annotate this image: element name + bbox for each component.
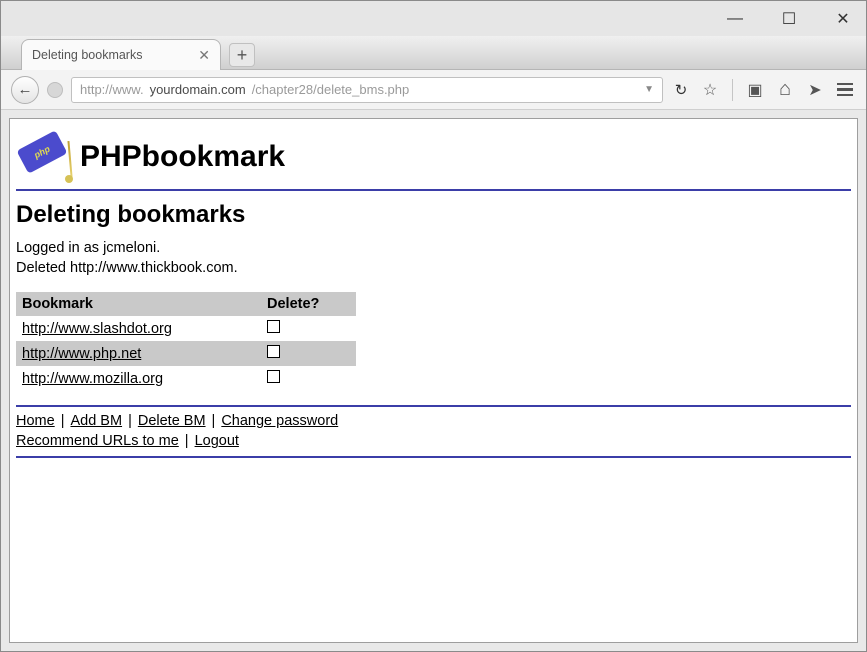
bookmark-link[interactable]: http://www.slashdot.org bbox=[22, 321, 172, 337]
logo-tag: php bbox=[16, 130, 67, 174]
content-wrap: php PHPbookmark Deleting bookmarks Logge… bbox=[1, 110, 866, 651]
window-maximize-button[interactable]: ☐ bbox=[772, 5, 806, 33]
address-bar: ← http://www. yourdomain.com/chapter28/de… bbox=[1, 70, 866, 110]
nav-add-bm[interactable]: Add BM bbox=[70, 413, 122, 429]
nav-sep: | bbox=[122, 413, 138, 429]
menu-button[interactable] bbox=[834, 79, 856, 101]
delete-checkbox[interactable] bbox=[267, 345, 280, 358]
col-header-bookmark: Bookmark bbox=[16, 292, 261, 316]
logo-string bbox=[64, 141, 74, 181]
bookmark-link[interactable]: http://www.php.net bbox=[22, 346, 141, 362]
logged-in-text: Logged in as jcmeloni. bbox=[16, 239, 851, 259]
site-header: php PHPbookmark bbox=[18, 131, 851, 183]
nav-logout[interactable]: Logout bbox=[195, 433, 239, 449]
window-minimize-button[interactable]: — bbox=[718, 5, 752, 33]
status-block: Logged in as jcmeloni. Deleted http://ww… bbox=[16, 239, 851, 278]
url-path: /chapter28/delete_bms.php bbox=[252, 82, 410, 97]
bookmark-star-icon[interactable]: ☆ bbox=[699, 79, 721, 101]
bookmark-link[interactable]: http://www.mozilla.org bbox=[22, 371, 163, 387]
bookmark-table: Bookmark Delete? http://www.slashdot.org… bbox=[16, 292, 356, 391]
table-row: http://www.slashdot.org bbox=[16, 316, 356, 341]
url-domain: yourdomain.com bbox=[150, 82, 246, 97]
tab-title: Deleting bookmarks bbox=[32, 48, 142, 62]
url-prefix: http://www. bbox=[80, 82, 144, 97]
browser-tab[interactable]: Deleting bookmarks ✕ bbox=[21, 39, 221, 70]
table-row: http://www.php.net bbox=[16, 341, 356, 366]
header-rule bbox=[16, 189, 851, 191]
page-title: Deleting bookmarks bbox=[16, 201, 851, 229]
nav-sep: | bbox=[55, 413, 71, 429]
tab-strip: Deleting bookmarks ✕ + bbox=[1, 36, 866, 70]
footer-rule-top bbox=[16, 405, 851, 407]
nav-sep: | bbox=[206, 413, 222, 429]
nav-recommend[interactable]: Recommend URLs to me bbox=[16, 433, 179, 449]
table-row: http://www.mozilla.org bbox=[16, 366, 356, 391]
reading-list-icon[interactable]: ▣ bbox=[744, 79, 766, 101]
delete-checkbox[interactable] bbox=[267, 320, 280, 333]
url-dropdown-icon[interactable]: ▼ bbox=[644, 84, 654, 95]
back-button[interactable]: ← bbox=[11, 76, 39, 104]
window-close-button[interactable]: ✕ bbox=[826, 5, 860, 33]
browser-window: — ☐ ✕ Deleting bookmarks ✕ + ← http://ww… bbox=[0, 0, 867, 652]
url-input[interactable]: http://www. yourdomain.com/chapter28/dele… bbox=[71, 77, 663, 103]
col-header-delete: Delete? bbox=[261, 292, 356, 316]
table-header-row: Bookmark Delete? bbox=[16, 292, 356, 316]
tab-close-icon[interactable]: ✕ bbox=[198, 47, 210, 64]
site-identity-icon[interactable] bbox=[47, 82, 63, 98]
logo-text: PHPbookmark bbox=[80, 140, 285, 174]
window-titlebar: — ☐ ✕ bbox=[1, 1, 866, 36]
home-icon[interactable]: ⌂ bbox=[774, 79, 796, 101]
logo-icon: php bbox=[18, 131, 74, 183]
nav-home[interactable]: Home bbox=[16, 413, 55, 429]
delete-checkbox[interactable] bbox=[267, 370, 280, 383]
hamburger-icon bbox=[837, 83, 853, 97]
nav-change-pw[interactable]: Change password bbox=[221, 413, 338, 429]
new-tab-button[interactable]: + bbox=[229, 43, 255, 67]
deleted-text: Deleted http://www.thickbook.com. bbox=[16, 259, 851, 279]
footer-rule-bottom bbox=[16, 456, 851, 458]
send-icon[interactable]: ➤ bbox=[804, 79, 826, 101]
reload-button[interactable]: ↻ bbox=[671, 80, 691, 100]
footer-nav: Home|Add BM|Delete BM|Change password Re… bbox=[16, 411, 851, 452]
nav-sep: | bbox=[179, 433, 195, 449]
nav-delete-bm[interactable]: Delete BM bbox=[138, 413, 206, 429]
toolbar-separator bbox=[732, 79, 733, 101]
page-viewport: php PHPbookmark Deleting bookmarks Logge… bbox=[9, 118, 858, 643]
